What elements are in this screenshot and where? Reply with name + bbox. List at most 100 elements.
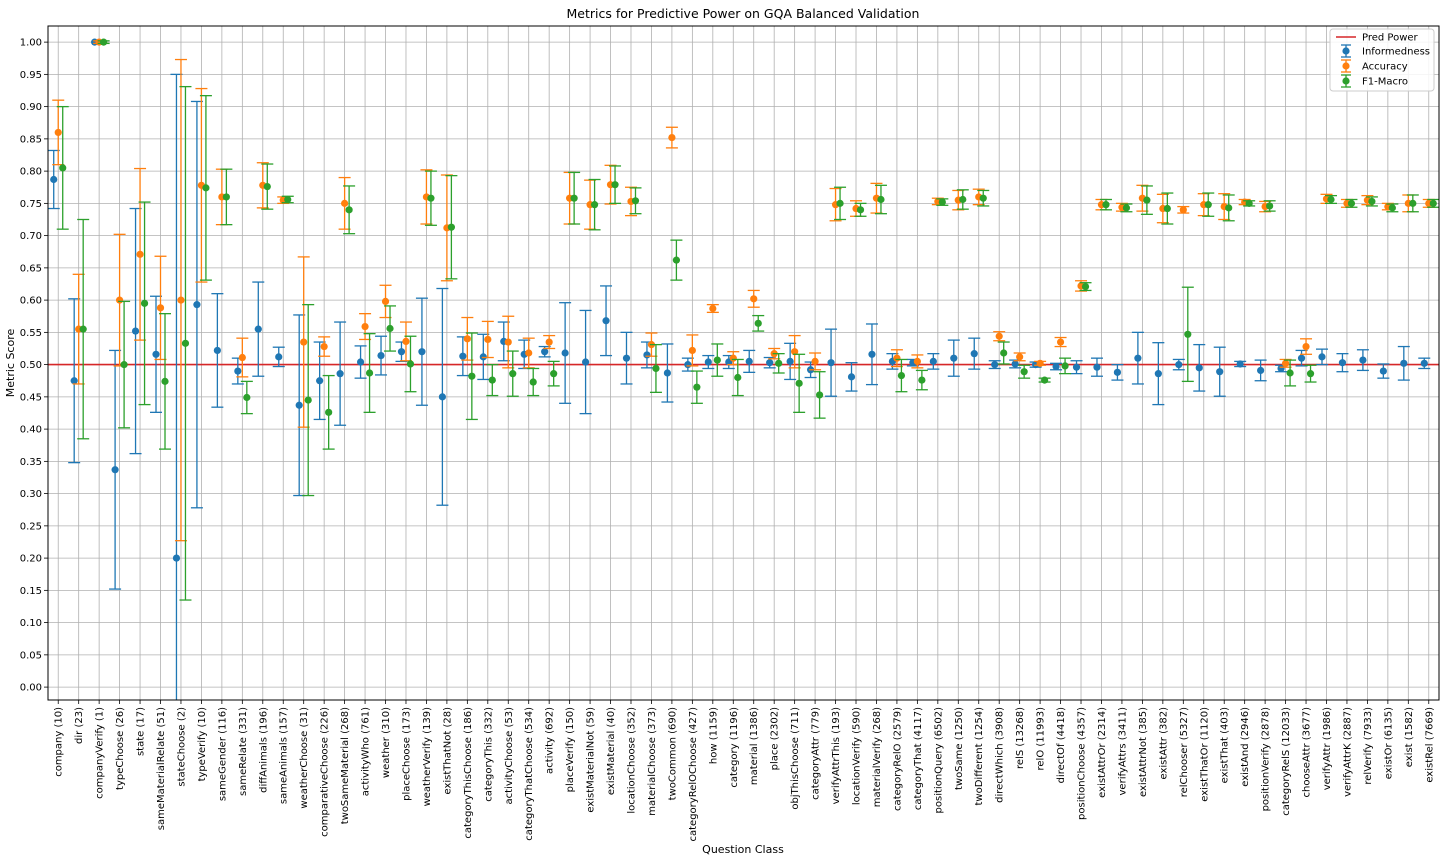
x-tick-label: existThat (403)	[1220, 707, 1231, 783]
data-point	[1245, 199, 1253, 207]
x-tick-label: locationChoose (352)	[626, 707, 637, 814]
x-tick-label: typeVerify (10)	[197, 707, 208, 782]
y-tick-label: 1.00	[20, 38, 42, 49]
data-point	[509, 370, 517, 378]
data-point	[795, 379, 803, 387]
x-tick-label: categoryThatChoose (534)	[524, 707, 535, 841]
data-point	[1072, 363, 1081, 371]
y-tick-label: 0.55	[20, 328, 42, 339]
data-point	[663, 369, 672, 377]
x-tick-label: exist (1582)	[1404, 707, 1415, 767]
data-point	[868, 350, 876, 358]
x-tick-label: diffAnimals (196)	[258, 707, 269, 793]
y-tick-label: 0.05	[20, 650, 42, 661]
legend-label: F1-Macro	[1362, 77, 1408, 88]
data-point	[1420, 359, 1428, 367]
x-tick-label: categoryThat (4117)	[913, 707, 924, 810]
x-tick-label: categoryAttr (779)	[811, 707, 822, 800]
data-point	[100, 38, 108, 46]
x-tick-label: twoSame (1250)	[954, 707, 965, 790]
data-point	[652, 364, 660, 373]
data-point	[1266, 202, 1274, 210]
y-tick-label: 0.50	[20, 360, 42, 371]
plot-frame	[47, 25, 1440, 701]
data-point	[970, 350, 978, 358]
data-point	[1429, 199, 1437, 207]
x-tick-label: existMaterial (40)	[606, 707, 617, 795]
data-point	[827, 359, 835, 367]
data-point	[545, 338, 553, 346]
data-point	[1225, 204, 1233, 212]
data-point	[775, 359, 783, 367]
y-tick-label: 0.85	[20, 134, 42, 145]
data-point	[529, 378, 537, 386]
x-tick-label: verifyAttr (1986)	[1322, 707, 1333, 790]
x-tick-label: existAnd (2946)	[1240, 707, 1251, 787]
x-tick-label: categoryThisChoose (186)	[463, 707, 474, 839]
data-point	[202, 184, 210, 192]
data-point	[275, 353, 283, 361]
x-tick-label: directOf (4418)	[1056, 707, 1067, 784]
legend-point-marker	[1342, 47, 1350, 55]
data-point	[1286, 369, 1294, 377]
x-tick-label: directWhich (3908)	[995, 707, 1006, 803]
data-point	[590, 201, 599, 209]
x-tick-label: categoryRelOChoose (427)	[688, 707, 699, 842]
data-point	[222, 193, 230, 201]
x-tick-label: comparativeChoose (226)	[320, 707, 331, 837]
data-point	[709, 304, 717, 313]
data-point	[668, 133, 676, 142]
data-point	[300, 338, 308, 346]
chart-title: Metrics for Predictive Power on GQA Bala…	[567, 6, 920, 21]
metrics-chart: Metrics for Predictive Power on GQA Bala…	[4, 6, 1440, 856]
chart-root: Metrics for Predictive Power on GQA Bala…	[0, 0, 1445, 862]
x-tick-label: materialVerify (268)	[872, 707, 883, 807]
x-tick-label: relS (13268)	[1015, 707, 1026, 769]
data-point	[672, 256, 681, 264]
data-point	[684, 361, 692, 369]
x-tick-label: how (1159)	[708, 707, 719, 764]
data-point	[643, 351, 651, 359]
data-point	[836, 199, 844, 207]
data-point	[177, 296, 185, 304]
data-point	[295, 401, 303, 409]
data-point	[602, 317, 610, 325]
data-point	[50, 175, 58, 184]
data-point	[1195, 364, 1203, 372]
data-point	[284, 195, 292, 204]
x-tick-label: placeVerify (150)	[565, 707, 576, 792]
data-point	[316, 377, 324, 385]
data-point	[459, 352, 467, 360]
data-point	[54, 128, 62, 137]
x-tick-label: weatherVerify (139)	[422, 707, 433, 807]
x-tick-label: objThisChoose (711)	[790, 707, 801, 810]
x-tick-label: existRel (7669)	[1424, 707, 1435, 783]
x-tick-label: positionChoose (4357)	[1077, 707, 1088, 820]
data-point	[979, 194, 987, 202]
data-point	[1122, 204, 1131, 212]
data-point	[1134, 354, 1142, 362]
data-point	[897, 371, 906, 380]
x-tick-label: dir (23)	[74, 707, 85, 744]
x-tick-label: activity (692)	[545, 707, 556, 774]
data-point	[1338, 359, 1347, 367]
data-point	[856, 206, 865, 214]
data-point	[622, 354, 631, 362]
data-point	[1020, 368, 1028, 376]
x-tick-label: positionVerify (2878)	[1261, 707, 1272, 812]
data-point	[1016, 353, 1024, 361]
x-tick-label: categoryRelS (12033)	[1281, 707, 1292, 816]
legend: Pred Power Informedness Accuracy F1-Macro	[1329, 28, 1435, 92]
data-point	[877, 195, 885, 204]
series-accuracy	[52, 38, 1435, 542]
data-point	[1011, 360, 1019, 368]
data-point	[488, 376, 496, 384]
data-point	[172, 554, 181, 562]
data-point	[1154, 370, 1162, 378]
legend-label: Informedness	[1362, 47, 1430, 58]
x-tick-label: activityWho (761)	[361, 707, 372, 796]
data-point	[1000, 349, 1008, 357]
data-marks	[47, 38, 1440, 700]
data-point	[234, 367, 242, 375]
data-point	[995, 332, 1003, 340]
